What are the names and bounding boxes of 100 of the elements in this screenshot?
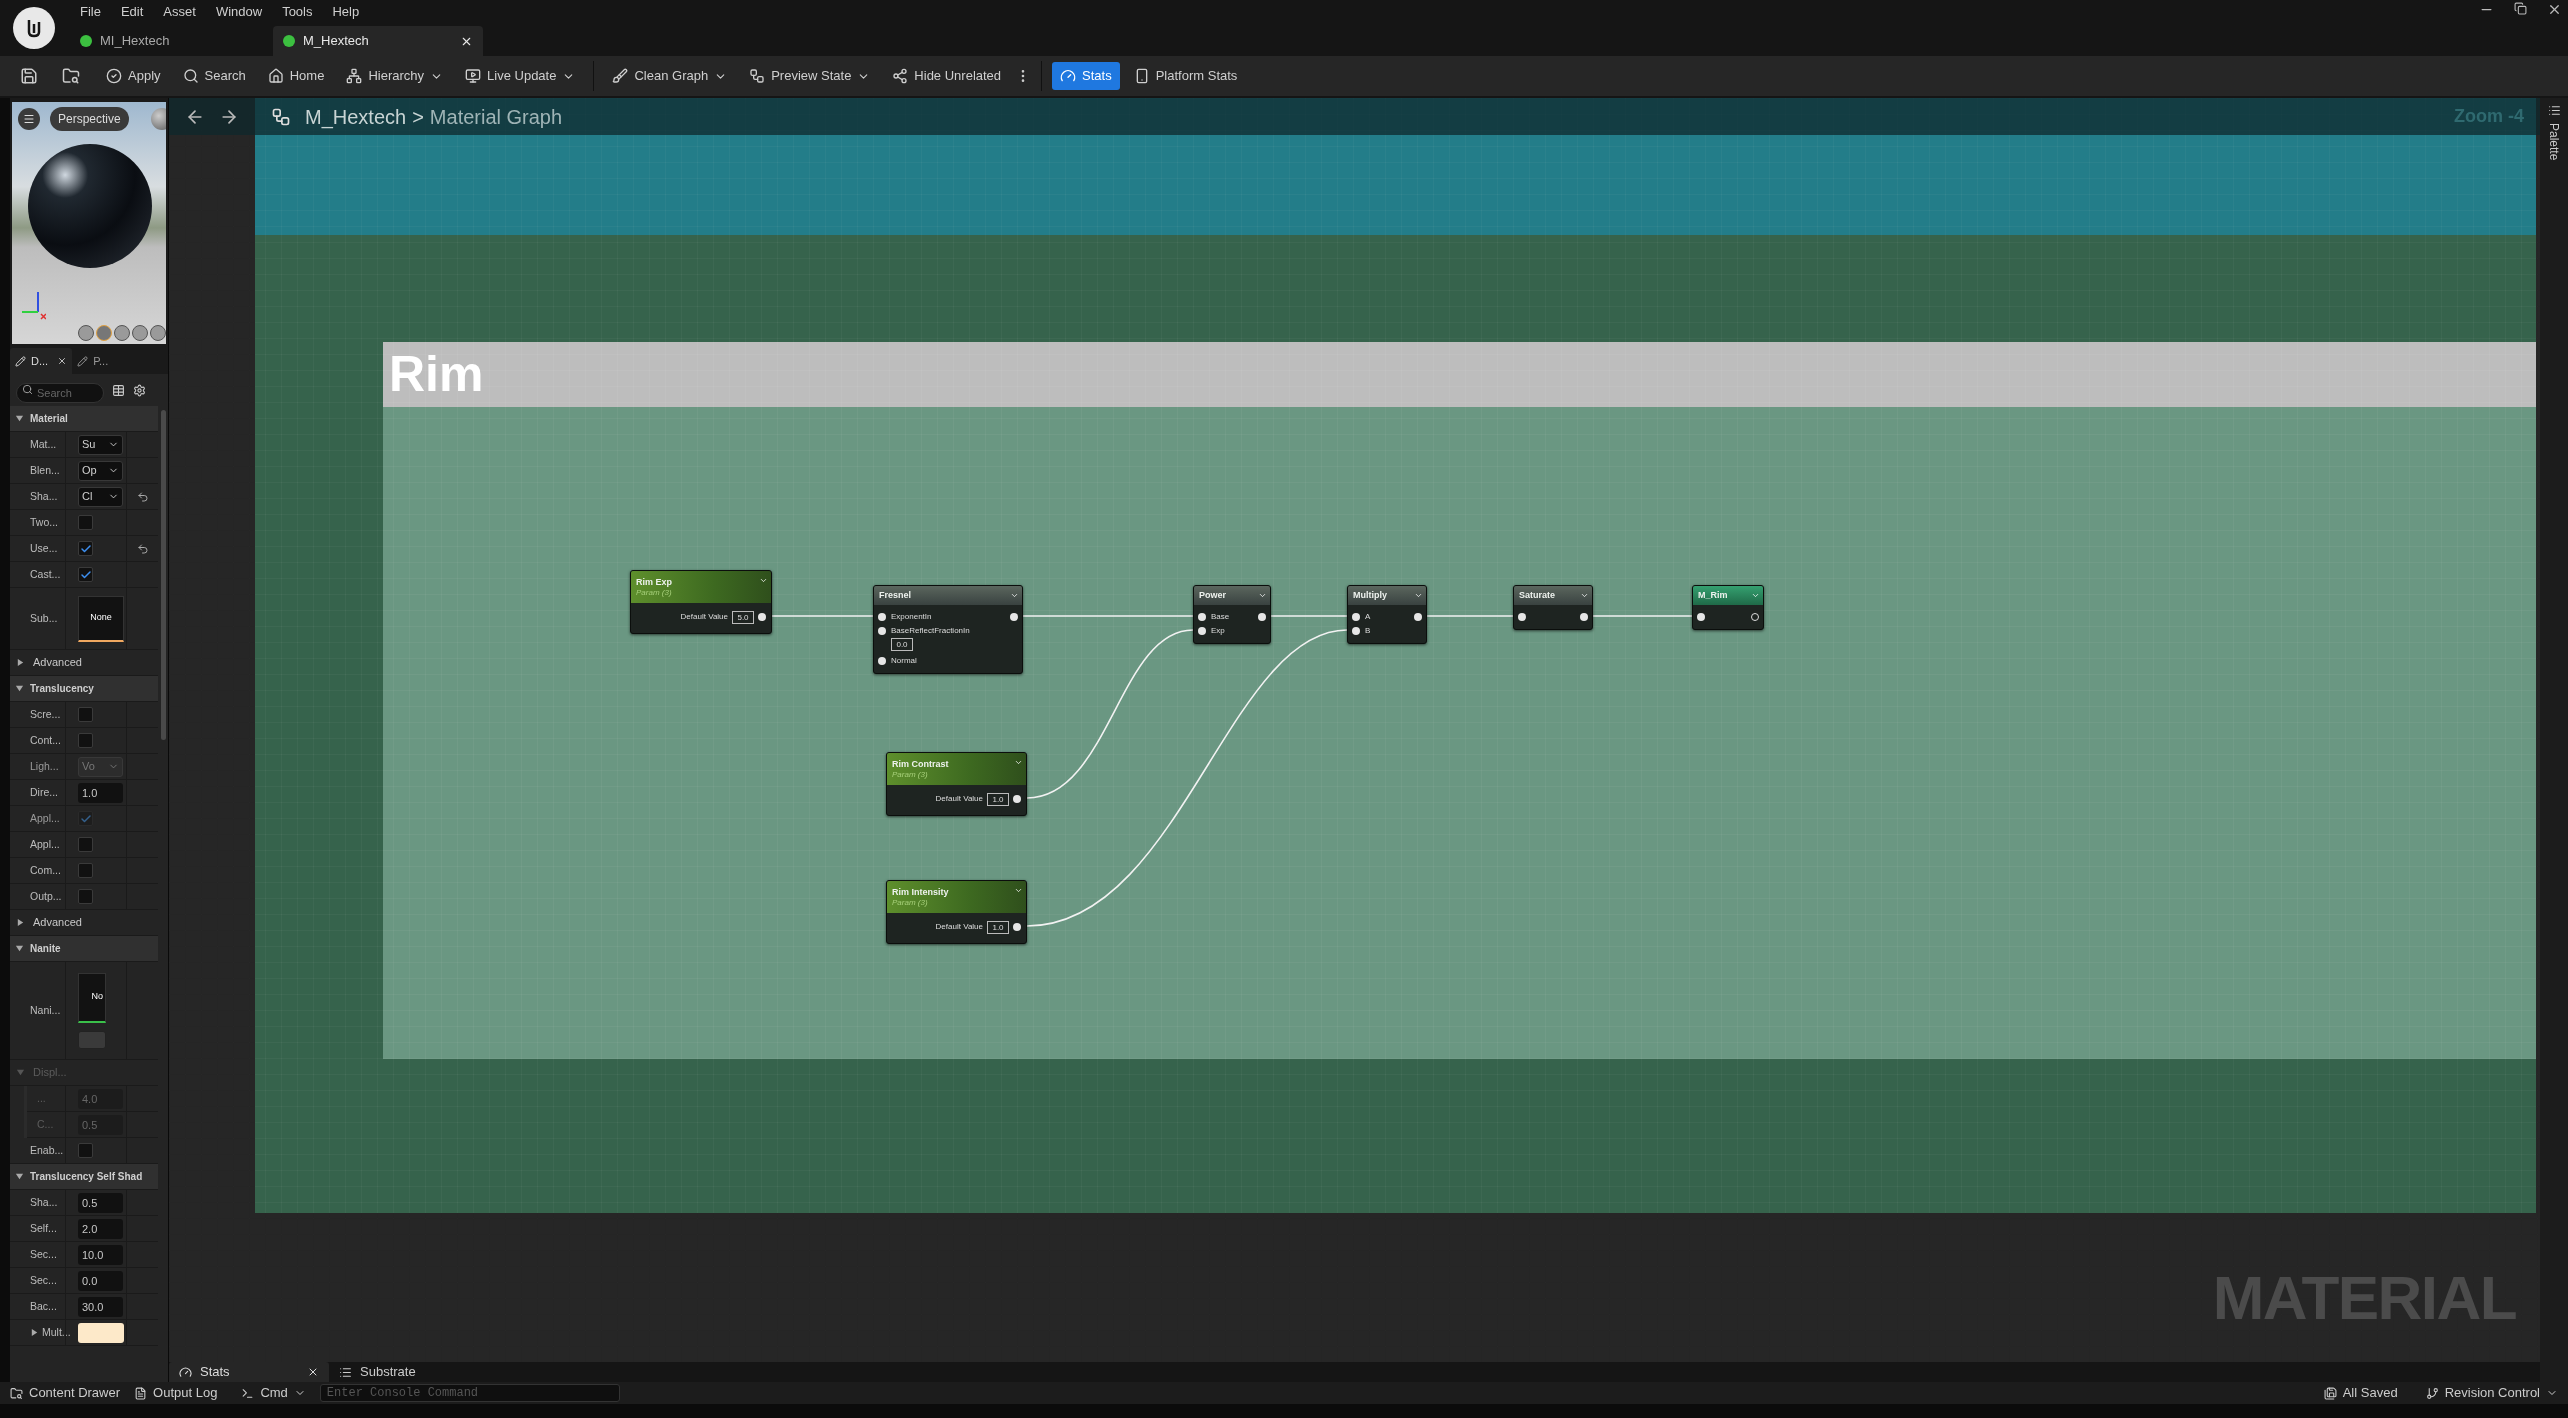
checkbox[interactable] xyxy=(78,1143,93,1158)
input-pin[interactable] xyxy=(1352,627,1360,635)
checkbox[interactable] xyxy=(78,707,93,722)
value-field[interactable]: 0.0 xyxy=(891,638,913,651)
output-pin[interactable] xyxy=(1580,613,1588,621)
menu-item[interactable]: Asset xyxy=(155,2,204,22)
category-header[interactable]: Material xyxy=(10,406,158,432)
triangle-down-icon[interactable] xyxy=(15,1172,24,1181)
panel-tab[interactable]: P... xyxy=(72,348,114,374)
menu-item[interactable]: Tools xyxy=(274,2,321,22)
save-icon[interactable] xyxy=(20,67,38,85)
category-header[interactable]: Translucency xyxy=(10,676,158,702)
search-field[interactable]: Search xyxy=(16,383,104,403)
graph-node[interactable]: M_Rim xyxy=(1692,585,1764,630)
menu-item[interactable]: Edit xyxy=(112,2,152,22)
toolbar-button[interactable]: Home xyxy=(259,62,333,90)
comment-box[interactable] xyxy=(255,235,2536,1213)
toolbar-button[interactable]: Live Update xyxy=(457,62,584,90)
scrollbar[interactable] xyxy=(160,410,166,740)
dropdown[interactable]: Cl xyxy=(78,486,123,507)
toolbar-button[interactable]: Hide Unrelated xyxy=(884,62,1010,90)
breadcrumb-link[interactable]: M_Hextech xyxy=(305,101,407,132)
category-header[interactable]: Nanite xyxy=(10,936,158,962)
input-pin[interactable] xyxy=(878,627,886,635)
viewport-preview[interactable]: Perspective xyxy=(12,102,166,344)
toolbar-button[interactable]: Hierarchy xyxy=(338,62,452,90)
restore-icon[interactable] xyxy=(2514,2,2527,15)
value-field[interactable]: 5.0 xyxy=(732,610,754,624)
triangle-down-icon[interactable] xyxy=(15,684,24,693)
number-field[interactable]: 0.0 xyxy=(78,1270,123,1291)
input-pin[interactable] xyxy=(878,657,886,665)
breadcrumb-link[interactable]: Material Graph xyxy=(429,101,563,132)
output-pin[interactable] xyxy=(1010,613,1018,621)
input-pin[interactable] xyxy=(1518,613,1526,621)
toolbar-button[interactable]: Apply xyxy=(98,62,169,90)
graph-node[interactable]: Rim Exp Param (3) Default Value 5.0 xyxy=(630,570,772,634)
graph-node[interactable]: Multiply A B xyxy=(1347,585,1427,644)
triangle-down-icon[interactable] xyxy=(15,414,24,423)
menu-item[interactable]: Window xyxy=(207,2,271,22)
triangle-right-icon[interactable] xyxy=(16,658,25,667)
table-icon[interactable] xyxy=(112,383,125,397)
settings-icon[interactable] xyxy=(133,383,146,397)
input-pin[interactable] xyxy=(1198,613,1206,621)
status-button[interactable]: All Saved xyxy=(2323,1383,2398,1403)
toolbar-button[interactable]: Platform Stats xyxy=(1125,62,1246,90)
cylinder-icon[interactable] xyxy=(78,325,94,341)
number-field[interactable]: 10.0 xyxy=(78,1244,123,1265)
graph-node[interactable]: Fresnel ExponentIn BaseReflectFractionIn 0.0 Normal xyxy=(873,585,1023,674)
input-pin[interactable] xyxy=(1198,627,1206,635)
graph-node[interactable]: Power Base Exp xyxy=(1193,585,1271,644)
panel-tab[interactable]: Stats xyxy=(169,1362,329,1382)
palette-tab[interactable]: Palette xyxy=(2545,104,2563,161)
reset-arrow-icon[interactable] xyxy=(136,490,149,503)
console-field[interactable]: Enter Console Command xyxy=(319,1384,620,1402)
reset-arrow-icon[interactable] xyxy=(136,542,149,555)
menu-button[interactable] xyxy=(18,108,40,130)
nanite-slot[interactable]: No xyxy=(78,972,106,1023)
checkbox[interactable] xyxy=(78,837,93,852)
input-pin[interactable] xyxy=(1352,613,1360,621)
checkbox[interactable] xyxy=(78,733,93,748)
dropdown[interactable]: Op xyxy=(78,460,123,481)
output-pin[interactable] xyxy=(1013,923,1021,931)
value-field[interactable]: 1.0 xyxy=(987,920,1009,934)
plane-icon[interactable] xyxy=(114,325,130,341)
document-tab[interactable]: MI_Hextech xyxy=(68,26,273,56)
toolbar-button[interactable]: Stats xyxy=(1052,62,1120,90)
dropdown[interactable]: Su xyxy=(78,434,123,455)
triangle-right-icon[interactable] xyxy=(30,1328,39,1337)
checkbox[interactable] xyxy=(78,541,93,556)
status-button[interactable]: Output Log xyxy=(134,1383,218,1403)
checkbox[interactable] xyxy=(78,567,93,582)
input-pin[interactable] xyxy=(1697,613,1705,621)
category-header[interactable]: Translucency Self Shad xyxy=(10,1164,158,1190)
close-icon[interactable] xyxy=(2547,2,2562,17)
value-field[interactable]: 1.0 xyxy=(987,792,1009,806)
menu-item[interactable]: File xyxy=(72,2,109,22)
checkbox[interactable] xyxy=(78,863,93,878)
panel-tab[interactable]: Substrate xyxy=(329,1362,426,1382)
view-mode-button[interactable]: Perspective xyxy=(50,107,129,131)
triangle-down-icon[interactable] xyxy=(15,944,24,953)
texture-slot[interactable]: None xyxy=(78,595,124,642)
color-swatch[interactable] xyxy=(78,1322,124,1343)
number-field[interactable]: 0.5 xyxy=(78,1192,123,1213)
teapot-icon[interactable] xyxy=(150,325,166,341)
status-button[interactable]: Content Drawer xyxy=(10,1383,121,1403)
toolbar-button[interactable]: Preview State xyxy=(741,62,879,90)
folder-search-icon[interactable] xyxy=(62,67,80,85)
graph-node[interactable]: Rim Contrast Param (3) Default Value 1.0 xyxy=(886,752,1027,816)
cube-icon[interactable] xyxy=(132,325,148,341)
checkbox[interactable] xyxy=(78,889,93,904)
number-field[interactable]: 2.0 xyxy=(78,1218,123,1239)
toolbar-button[interactable]: Clean Graph xyxy=(604,62,736,90)
output-pin[interactable] xyxy=(758,613,766,621)
status-button[interactable]: Revision Control xyxy=(2425,1383,2558,1403)
menu-item[interactable]: Help xyxy=(324,2,368,22)
graph-node[interactable]: Rim Intensity Param (3) Default Value 1.0 xyxy=(886,880,1027,944)
document-tab[interactable]: M_Hextech xyxy=(273,26,483,56)
graph-node[interactable]: Saturate xyxy=(1513,585,1593,630)
output-pin[interactable] xyxy=(1414,613,1422,621)
input-pin[interactable] xyxy=(878,613,886,621)
